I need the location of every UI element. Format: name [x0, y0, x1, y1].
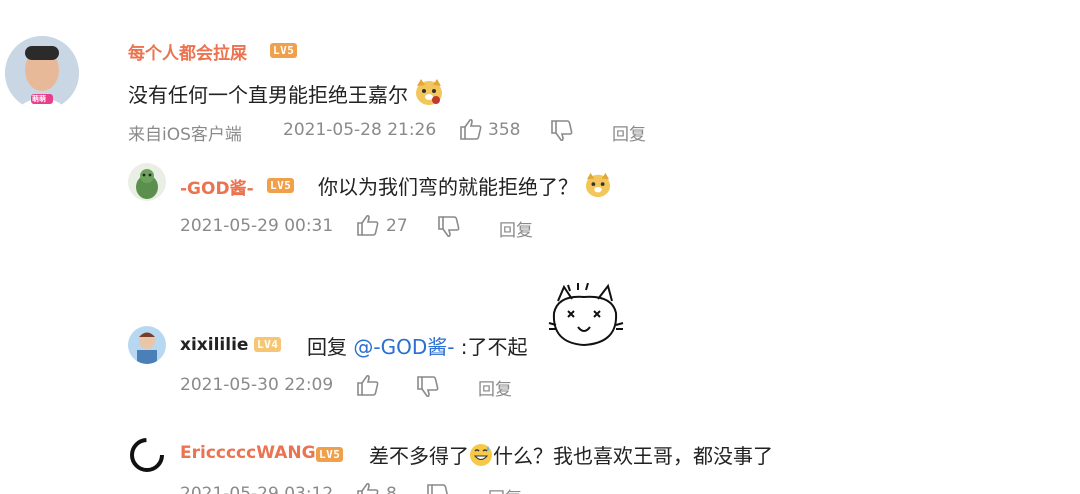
like-count: 358	[488, 120, 521, 140]
mention-link[interactable]: @-GOD酱-	[353, 335, 454, 359]
avatar[interactable]: 萌萌	[5, 36, 79, 110]
thumbs-down-icon[interactable]	[550, 120, 574, 146]
level-badge: LV5	[270, 43, 298, 58]
source: 来自iOS客户端	[128, 125, 242, 145]
username[interactable]: EricccccWANG	[180, 443, 316, 463]
timestamp: 2021-05-29 03:12	[180, 484, 334, 494]
comment-text: 没有任何一个直男能拒绝王嘉尔	[128, 78, 444, 111]
level-badge: LV4	[254, 337, 282, 352]
username[interactable]: 每个人都会拉屎	[128, 39, 247, 64]
reply-button[interactable]: 回复	[612, 120, 646, 145]
dog-emoji-icon	[584, 172, 612, 203]
thumbs-down-icon[interactable]	[416, 376, 440, 402]
comment-text: 你以为我们弯的就能拒绝了？	[318, 171, 612, 203]
comment-text: 差不多得了 什么？我也喜欢王哥，都没事了	[369, 440, 773, 472]
level-badge: LV5	[316, 447, 344, 462]
dog-emoji-icon	[414, 78, 444, 111]
thumbs-down-icon[interactable]	[437, 216, 461, 242]
level-badge: LV5	[267, 178, 295, 193]
username[interactable]: xixililie	[180, 335, 248, 355]
reply-button[interactable]: 回复	[478, 375, 512, 400]
timestamp: 2021-05-29 00:31	[180, 216, 334, 236]
grinning-sweat-emoji-icon	[469, 443, 493, 472]
avatar[interactable]	[128, 163, 166, 201]
reply-button[interactable]: 回复	[488, 484, 522, 494]
like-count: 27	[386, 216, 408, 236]
cat-sticker-icon	[548, 282, 624, 357]
comment-text: 回复 @-GOD酱- :了不起	[307, 335, 528, 359]
avatar[interactable]	[128, 436, 166, 474]
thumbs-up-icon[interactable]	[459, 118, 483, 144]
timestamp: 2021-05-30 22:09	[180, 375, 334, 395]
reply-button[interactable]: 回复	[499, 216, 533, 241]
like-count: 8	[386, 484, 397, 494]
reply-prefix: 回复	[307, 335, 347, 359]
avatar-badge: 萌萌	[32, 95, 46, 103]
thumbs-up-icon[interactable]	[356, 214, 380, 240]
thumbs-down-icon[interactable]	[426, 484, 450, 494]
thumbs-up-icon[interactable]	[356, 374, 380, 400]
avatar[interactable]	[128, 326, 166, 364]
thumbs-up-icon[interactable]	[356, 482, 380, 494]
username[interactable]: -GOD酱-	[180, 174, 254, 199]
timestamp: 2021-05-28 21:26	[283, 120, 437, 140]
